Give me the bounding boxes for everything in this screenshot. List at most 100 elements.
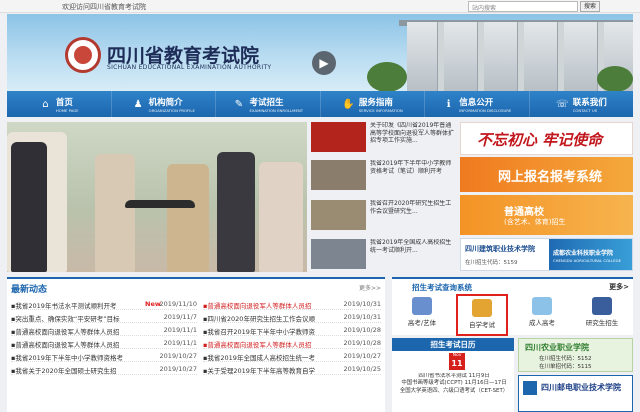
exam-query-more-link[interactable]: 更多> (609, 282, 629, 292)
query-graduate-button[interactable]: 研究生招生 (576, 294, 628, 336)
photo-news-text[interactable]: 我省2019年下半年中小学教师资格考试（笔试）顺利开考 (370, 160, 454, 191)
main-nav: ⌂ 首页 HOME PAGE ♟ 机构简介 ORGANIZATION PROFILE… (7, 91, 633, 117)
pencil-icon: ✎ (234, 98, 244, 110)
news-column-right: ▪普通高校面向退役军人等群体人员招 2019/10/31 ▪四川省2020年研究… (203, 297, 381, 375)
news-row[interactable]: ▪我省召开2019年下半年中小学教师资 2019/10/28 (203, 323, 381, 336)
nav-item-contact[interactable]: ☏ 联系我们 CONTACT US (530, 91, 634, 117)
query-gaokao-button[interactable]: 高考/艺体 (396, 294, 448, 336)
photo-news-item[interactable]: 关于印发《四川省2019年普通高等学校面向退役军人等群体扩招专项工作实施... (311, 122, 456, 155)
news-date: 2019/10/31 (343, 313, 381, 321)
news-thumbnail (311, 239, 366, 269)
info-icon: ℹ (446, 98, 451, 110)
college-enrollment-subtitle: (含艺术、体育)招生 (504, 218, 566, 226)
photo-person (259, 162, 303, 272)
query-item-label: 高考/艺体 (407, 319, 437, 327)
query-adult-exam-button[interactable]: 成人高考 (516, 294, 568, 336)
page: 欢迎访问四川省教育考试院 站内搜索 搜索 四川省教育考试院 SICHUAN ED… (0, 0, 640, 412)
building-pillar (437, 22, 444, 91)
search-input[interactable]: 站内搜索 (468, 1, 578, 12)
news-date: 2019/10/28 (343, 339, 381, 347)
news-title-link[interactable]: ▪普通高校面向退役军人等群体人员招 (11, 326, 151, 336)
news-row[interactable]: ▪普通高校面向退役军人等群体人员招 2019/10/31 (203, 297, 381, 310)
latest-news-panel: 最新动态 更多>> ▪我省2019年书法水平测试顺利开考 New 2019/11… (7, 277, 385, 412)
latest-news-title: 最新动态 (11, 285, 48, 295)
telecom-college-ad[interactable]: 四川邮电职业技术学院 (518, 375, 633, 412)
news-thumbnail (311, 122, 366, 152)
book-icon (472, 299, 492, 317)
latest-news-more-link[interactable]: 更多>> (359, 283, 381, 292)
nav-item-enrollment[interactable]: ✎ 考试招生 EXAMINATION ENROLLMENT (216, 91, 321, 117)
news-title-link[interactable]: ▪四川省2020年研究生招生工作会议顺 (203, 313, 337, 323)
photo-news-text[interactable]: 我省召开2020年研究生招生工作会议暨研究生... (370, 200, 454, 231)
news-title-link[interactable]: ▪关于受理2019年下半年高等教育自学 (203, 365, 337, 375)
calendar-event[interactable]: 中国书画等级考试(CCPT) 11月16日—17日 (396, 380, 512, 387)
photo-news-text[interactable]: 关于印发《四川省2019年普通高等学校面向退役军人等群体扩招专项工作实施... (370, 122, 454, 153)
photo-news-item[interactable]: 我省召开2020年研究生招生工作会议暨研究生... (311, 200, 456, 233)
people-icon: ♟ (133, 98, 143, 110)
college2-badge[interactable]: 成都农业科技职业学院 CHENGDU AGRICULTURAL COLLEGE (549, 239, 632, 270)
online-signup-banner[interactable]: 网上报名报考系统 (460, 157, 633, 192)
news-row[interactable]: ▪四川省2020年研究生招生工作会议顺 2019/10/31 (203, 310, 381, 323)
site-title-english: SICHUAN EDUCATIONAL EXAMINATION AUTHORIT… (107, 64, 272, 71)
college-logo-icon (523, 381, 537, 395)
photo-news-item[interactable]: 我省2019年下半年中小学教师资格考试（笔试）顺利开考 (311, 160, 456, 193)
nav-label: 联系我们 (572, 97, 607, 108)
news-row[interactable]: ▪我省2019年书法水平测试顺利开考 New 2019/11/10 (11, 297, 197, 310)
college2-name-english: CHENGDU AGRICULTURAL COLLEGE (553, 258, 621, 263)
tree-image (367, 62, 407, 91)
news-title-link[interactable]: ▪我省召开2019年下半年中小学教师资 (203, 326, 337, 336)
photo-arm (125, 200, 195, 208)
nav-item-service[interactable]: ✋ 服务指南 SERVICE INFORMATION (321, 91, 425, 117)
news-row[interactable]: ▪普通高校面向退役军人等群体人员招 2019/11/1 (11, 323, 197, 336)
news-row[interactable]: ▪我省2019年全国成人高校招生统一考 2019/10/27 (203, 349, 381, 362)
nav-label-en: INFORMATION DISCLOSURE (459, 107, 512, 113)
photo-person (217, 152, 255, 272)
news-row[interactable]: ▪我省关于2020年全国硕士研究生招 2019/10/27 (11, 362, 197, 375)
news-date: 2019/10/27 (159, 365, 197, 373)
news-title-link[interactable]: ▪普通高校面向退役军人等群体人员招 (203, 300, 337, 310)
college-code: 在川招生代码：5159 (465, 260, 518, 266)
slogan-text: 不忘初心 牢记使命 (477, 131, 603, 149)
query-self-study-button[interactable]: 自学考试 (456, 294, 508, 336)
news-title-link[interactable]: ▪我省关于2020年全国硕士研究生招 (11, 365, 151, 375)
featured-photo[interactable] (7, 122, 307, 272)
photo-news-item[interactable]: 我省2019年全国成人高校招生统一考试顺利开... (311, 239, 456, 272)
news-thumbnail (311, 200, 366, 230)
college2-name: 成都农业科技职业学院 (553, 250, 614, 257)
news-row[interactable]: ▪关于受理2019年下半年高等教育自学 2019/10/25 (203, 362, 381, 375)
college-enrollment-title: 普通高校 (504, 207, 544, 218)
tree-image (597, 66, 633, 91)
news-title-link[interactable]: ▪普通高校面向退役军人等群体人员招 (203, 339, 337, 349)
nav-label-en: SERVICE INFORMATION (358, 107, 403, 113)
news-row[interactable]: ▪普通高校面向退役军人等群体人员招 2019/11/1 (11, 336, 197, 349)
slogan-banner[interactable]: 不忘初心 牢记使命 (460, 122, 633, 155)
hands-icon: ✋ (342, 98, 355, 110)
news-date: 2019/10/25 (343, 365, 381, 373)
welcome-text: 欢迎访问四川省教育考试院 (62, 3, 146, 11)
calendar-event[interactable]: 全国大学英语四、六级口语考试（CET-SET） (396, 388, 512, 395)
news-title-link[interactable]: ▪突出重点、确保实效“平安研考”目标 (11, 313, 151, 323)
news-title-link[interactable]: ▪我省2019年全国成人高校招生统一考 (203, 352, 337, 362)
nav-label-en: EXAMINATION ENROLLMENT (249, 107, 304, 113)
news-row[interactable]: ▪突出重点、确保实效“平安研考”目标 2019/11/7 (11, 310, 197, 323)
news-title-link[interactable]: ▪普通高校面向退役军人等群体人员招 (11, 339, 151, 349)
search-button[interactable]: 搜索 (580, 1, 600, 12)
news-date: 2019/10/31 (343, 300, 381, 308)
play-icon[interactable]: ▶ (312, 51, 336, 75)
news-row[interactable]: ▪我省2019年下半年中小学教师资格考 2019/10/27 (11, 349, 197, 362)
agri-college-ad[interactable]: 四川农业职业学院 在川招生代码：5152 在川单招代码：5115 (518, 338, 633, 372)
college-ad-banner[interactable]: 四川建筑职业技术学院 在川招生代码：5159 成都农业科技职业学院 CHENGD… (460, 238, 633, 271)
news-row[interactable]: ▪普通高校面向退役军人等群体人员招 2019/10/28 (203, 336, 381, 349)
news-title-link[interactable]: ▪我省2019年下半年中小学教师资格考 (11, 352, 151, 362)
nav-item-disclosure[interactable]: ℹ 信息公开 INFORMATION DISCLOSURE (425, 91, 530, 117)
query-item-label: 研究生招生 (585, 319, 619, 327)
college-enrollment-banner[interactable]: 普通高校 (含艺术、体育)招生 (460, 195, 633, 235)
nav-item-profile[interactable]: ♟ 机构简介 ORGANIZATION PROFILE (112, 91, 216, 117)
nav-label-en: HOME PAGE (55, 107, 79, 113)
news-title-link[interactable]: ▪我省2019年书法水平测试顺利开考 (11, 300, 143, 310)
news-column-left: ▪我省2019年书法水平测试顺利开考 New 2019/11/10 ▪突出重点、… (11, 297, 197, 375)
calendar-header: 招生考试日历 (392, 338, 514, 351)
nav-item-home[interactable]: ⌂ 首页 HOME PAGE (7, 91, 112, 117)
photo-news-text[interactable]: 我省2019年全国成人高校招生统一考试顺利开... (370, 239, 454, 270)
news-date: 2019/10/27 (159, 352, 197, 360)
